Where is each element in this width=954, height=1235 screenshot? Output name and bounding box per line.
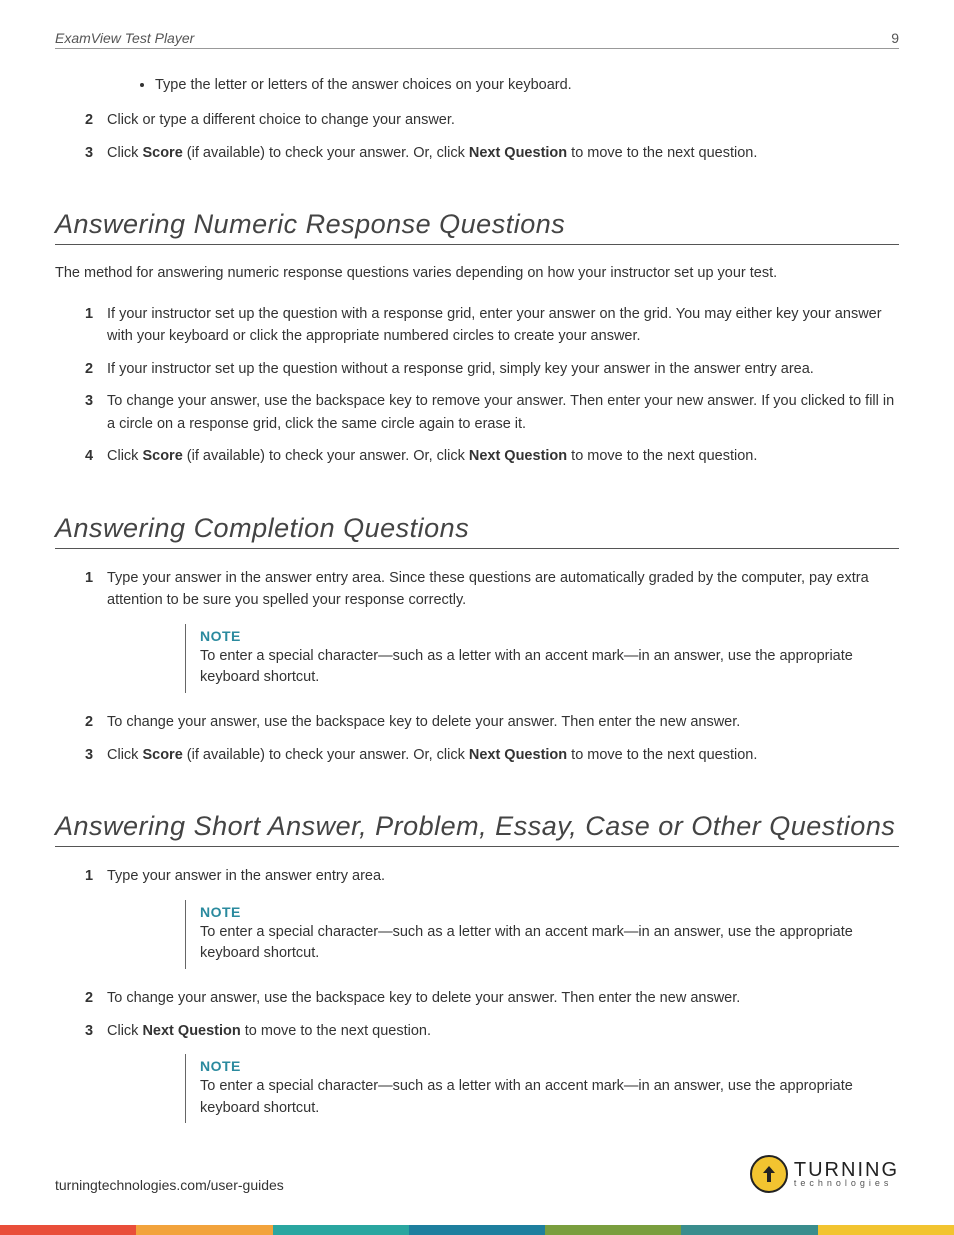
- list-item: 3 Click Next Question to move to the nex…: [85, 1020, 899, 1042]
- logo-sub-text: technologies: [794, 1179, 899, 1187]
- note-text: To enter a special character—such as a l…: [200, 922, 865, 966]
- note-text: To enter a special character—such as a l…: [200, 646, 865, 690]
- page-number: 9: [891, 30, 899, 46]
- list-item: 3To change your answer, use the backspac…: [85, 390, 899, 435]
- footer-url: turningtechnologies.com/user-guides: [55, 1177, 284, 1193]
- section-heading-completion: Answering Completion Questions: [55, 513, 899, 549]
- note-label: NOTE: [200, 1058, 865, 1074]
- section-heading-numeric: Answering Numeric Response Questions: [55, 209, 899, 245]
- short-list: 1Type your answer in the answer entry ar…: [85, 865, 899, 887]
- list-item: 2If your instructor set up the question …: [85, 358, 899, 380]
- logo-main-text: TURNING: [794, 1161, 899, 1179]
- list-item: 1Type your answer in the answer entry ar…: [85, 865, 899, 887]
- top-numbered-list: 2 Click or type a different choice to ch…: [85, 109, 899, 164]
- numeric-list: 1If your instructor set up the question …: [85, 303, 899, 468]
- section-heading-short: Answering Short Answer, Problem, Essay, …: [55, 811, 899, 847]
- section-intro: The method for answering numeric respons…: [55, 263, 899, 285]
- note-label: NOTE: [200, 904, 865, 920]
- short-list-cont: 2To change your answer, use the backspac…: [85, 987, 899, 1042]
- item-text: Click Score (if available) to check your…: [107, 142, 899, 164]
- list-item: 2To change your answer, use the backspac…: [85, 711, 899, 733]
- list-item: Type the letter or letters of the answer…: [155, 74, 899, 97]
- list-item: 1If your instructor set up the question …: [85, 303, 899, 348]
- page-header: ExamView Test Player 9: [55, 30, 899, 49]
- item-number: 3: [85, 142, 107, 164]
- arrow-up-icon: [750, 1155, 788, 1193]
- completion-list-cont: 2To change your answer, use the backspac…: [85, 711, 899, 766]
- item-text: Click or type a different choice to chan…: [107, 109, 899, 131]
- list-item: 1Type your answer in the answer entry ar…: [85, 567, 899, 612]
- footer-color-bar: [0, 1225, 954, 1235]
- list-item: 3 Click Score (if available) to check yo…: [85, 142, 899, 164]
- list-item: 3 Click Score (if available) to check yo…: [85, 744, 899, 766]
- document-page: ExamView Test Player 9 Type the letter o…: [0, 0, 954, 1235]
- note-box: NOTE To enter a special character—such a…: [185, 1054, 865, 1124]
- completion-list: 1Type your answer in the answer entry ar…: [85, 567, 899, 612]
- note-box: NOTE To enter a special character—such a…: [185, 624, 865, 694]
- page-footer: turningtechnologies.com/user-guides TURN…: [55, 1155, 899, 1193]
- note-text: To enter a special character—such as a l…: [200, 1076, 865, 1120]
- item-number: 2: [85, 109, 107, 131]
- list-item: 2 Click or type a different choice to ch…: [85, 109, 899, 131]
- turning-logo: TURNING technologies: [750, 1155, 899, 1193]
- header-title: ExamView Test Player: [55, 30, 194, 46]
- list-item: 4 Click Score (if available) to check yo…: [85, 445, 899, 467]
- top-bullet-list: Type the letter or letters of the answer…: [155, 74, 899, 97]
- note-box: NOTE To enter a special character—such a…: [185, 900, 865, 970]
- list-item: 2To change your answer, use the backspac…: [85, 987, 899, 1009]
- note-label: NOTE: [200, 628, 865, 644]
